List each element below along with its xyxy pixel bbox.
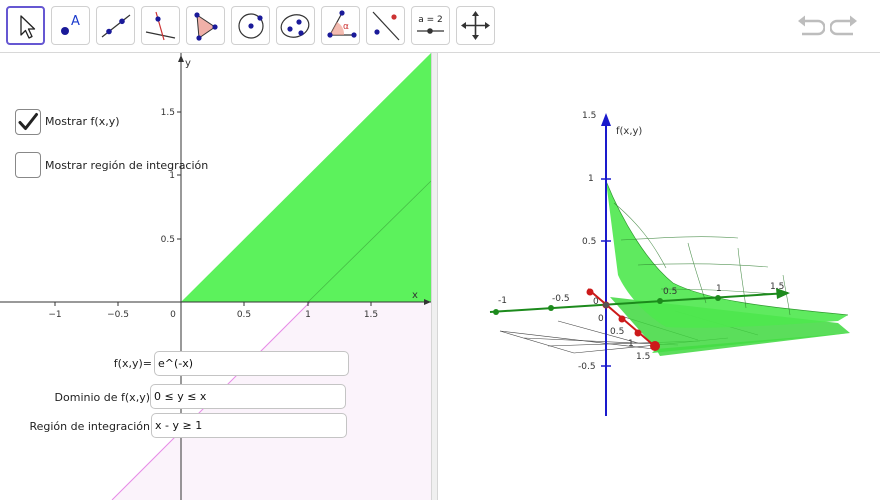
slider-tool-label: a = 2	[418, 15, 443, 25]
z-tick-3d-label: 1	[588, 174, 594, 184]
function-input-label: f(x,y)=	[113, 357, 152, 370]
circle-tool-icon	[238, 13, 264, 39]
x-tick-label: 0	[170, 310, 176, 320]
redo-icon	[829, 15, 857, 36]
graphics-view-3d[interactable]: -1 -0.5 0 0.5 1 1.5 1.5 1 0.5 -0.5 f(x,y…	[438, 53, 880, 500]
graphics-view-2d[interactable]: −1 −0.5 0 0.5 1 1.5 1.5 1 0.5 y x Mostra…	[0, 53, 431, 500]
y-tick-label: 1	[169, 171, 175, 181]
move-view-tool-icon	[461, 11, 490, 40]
angle-tool-button[interactable]: α	[321, 6, 360, 45]
x-tick-3d-label: 0.5	[610, 327, 624, 337]
y-axis-label: y	[185, 58, 191, 69]
z-tick-3d-label: 0.5	[582, 237, 596, 247]
y-tick-3d-label: 1.5	[770, 282, 784, 292]
z-axis-3d-label: f(x,y)	[616, 126, 642, 137]
y-tick-label: 1.5	[161, 108, 175, 118]
polygon-tool-button[interactable]	[186, 6, 225, 45]
undo-button[interactable]	[795, 12, 826, 42]
point-tool-button[interactable]: A	[51, 6, 90, 45]
conic-tool-button[interactable]	[276, 6, 315, 45]
move-tool-icon	[20, 15, 36, 39]
circle-tool-button[interactable]	[231, 6, 270, 45]
function-surface	[606, 181, 848, 328]
move-view-tool-button[interactable]	[456, 6, 495, 45]
y-tick-label: 0.5	[161, 235, 175, 245]
slider-tool-button[interactable]: a = 2	[411, 6, 450, 45]
checkmark-icon	[18, 113, 38, 130]
function-input[interactable]: e^(-x)	[154, 351, 349, 376]
x-tick-3d-label: 1.5	[636, 352, 650, 362]
show-region-label[interactable]: Mostrar región de integración	[45, 159, 208, 172]
reflect-tool-button[interactable]	[366, 6, 405, 45]
show-f-label[interactable]: Mostrar f(x,y)	[45, 115, 120, 128]
slider-tool-icon: a = 2	[417, 15, 444, 34]
z-tick-3d-label: -0.5	[578, 362, 596, 372]
x-tick-label: −0.5	[107, 310, 129, 320]
x-tick-3d-label: 0	[598, 314, 604, 324]
y-tick-3d-label: 1	[716, 284, 722, 294]
view-divider[interactable]	[431, 53, 438, 500]
y-tick-3d-label: -1	[498, 296, 507, 306]
domain-input[interactable]: 0 ≤ y ≤ x	[150, 384, 346, 409]
x-tick-3d-label: 1	[628, 339, 634, 349]
toolbar: A α a = 2	[0, 0, 880, 53]
graph-3d: -1 -0.5 0 0.5 1 1.5 1.5 1 0.5 -0.5 f(x,y…	[489, 111, 850, 416]
show-f-checkbox[interactable]	[15, 109, 41, 135]
angle-tool-icon: α	[327, 10, 357, 38]
move-tool-button[interactable]	[6, 6, 45, 45]
y-tick-3d-label: 0.5	[663, 287, 677, 297]
show-region-checkbox[interactable]	[15, 152, 41, 178]
line-tool-icon	[101, 14, 131, 38]
y-axis-ticks: 1.5 1 0.5	[161, 108, 181, 245]
x-tick-label: 0.5	[237, 310, 251, 320]
region-input-label: Región de integración	[29, 420, 150, 433]
x-tick-label: 1	[305, 310, 311, 320]
x-tick-label: −1	[48, 310, 61, 320]
point-tool-icon: A	[61, 14, 80, 35]
x-axis-label: x	[412, 290, 418, 301]
line-tool-button[interactable]	[96, 6, 135, 45]
y-tick-3d-label: -0.5	[552, 294, 570, 304]
svg-text:A: A	[71, 14, 80, 29]
reflect-tool-icon	[372, 11, 400, 41]
domain-input-label: Dominio de f(x,y)	[54, 391, 150, 404]
perpendicular-line-tool-icon	[145, 11, 176, 41]
undo-icon	[798, 15, 826, 36]
svg-text:α: α	[343, 22, 349, 32]
redo-button[interactable]	[829, 12, 860, 42]
polygon-tool-icon	[194, 12, 218, 41]
perpendicular-line-tool-button[interactable]	[141, 6, 180, 45]
x-tick-label: 1.5	[364, 310, 378, 320]
domain-region	[181, 53, 431, 302]
region-input[interactable]: x - y ≥ 1	[151, 413, 347, 438]
conic-tool-icon	[280, 14, 310, 38]
z-tick-3d-label: 1.5	[582, 111, 596, 121]
